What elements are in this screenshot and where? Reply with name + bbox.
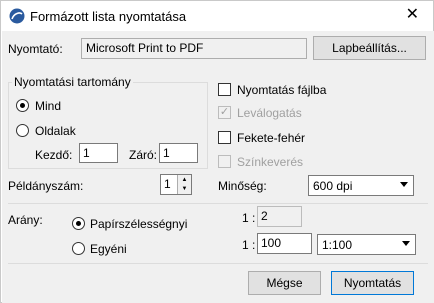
divider: [8, 203, 428, 204]
scale-label: Arány:: [8, 213, 43, 227]
fit-width-label: Papírszélességnyi: [90, 217, 188, 231]
title-bar: Formázott lista nyomtatása ✕: [1, 1, 433, 31]
custom-scale-radio[interactable]: [72, 242, 85, 255]
fit-ratio-field: 2: [257, 206, 302, 227]
copies-label: Példányszám:: [8, 179, 84, 193]
to-page-label: Záró:: [129, 148, 158, 162]
copies-input[interactable]: 1 ▲ ▼: [160, 174, 192, 195]
custom-scale-label: Egyéni: [90, 242, 127, 256]
chevron-down-icon: [400, 182, 408, 187]
black-white-checkbox[interactable]: [218, 131, 231, 144]
spin-down-icon[interactable]: ▼: [178, 184, 191, 194]
quality-select[interactable]: 600 dpi: [308, 175, 414, 196]
color-separation-checkbox[interactable]: [218, 155, 231, 168]
page-range-label: Oldalak: [35, 124, 76, 138]
page-setup-button[interactable]: Lapbeállítás...: [313, 36, 426, 60]
to-page-input[interactable]: 1: [159, 143, 198, 163]
from-page-label: Kezdő:: [35, 148, 73, 162]
quality-value: 600 dpi: [313, 179, 353, 193]
all-pages-radio[interactable]: [16, 99, 29, 112]
close-icon[interactable]: ✕: [406, 6, 419, 24]
all-pages-label: Mind: [35, 99, 62, 113]
fit-width-radio[interactable]: [72, 217, 85, 230]
print-to-file-label: Nyomtatás fájlba: [237, 83, 327, 97]
dialog-body: Nyomtató: Microsoft Print to PDF Lapbeál…: [2, 31, 434, 303]
scale-preset-select[interactable]: 1:100: [317, 234, 416, 255]
collate-label: Leválogatás: [237, 106, 302, 120]
quality-label: Minőség:: [218, 179, 267, 193]
color-separation-label: Színkeverés: [237, 155, 304, 169]
window-title: Formázott lista nyomtatása: [30, 9, 187, 24]
print-to-file-checkbox[interactable]: [218, 83, 231, 96]
printer-name-field: Microsoft Print to PDF: [81, 38, 307, 59]
printer-label: Nyomtató:: [8, 42, 63, 56]
black-white-label: Fekete-fehér: [237, 131, 306, 145]
from-page-input[interactable]: 1: [79, 143, 118, 163]
copies-spinner[interactable]: ▲ ▼: [177, 175, 191, 194]
fit-ratio-prefix: 1 :: [242, 211, 256, 225]
custom-ratio-input[interactable]: 100: [257, 233, 312, 254]
cancel-button[interactable]: Mégse: [248, 271, 321, 295]
page-range-radio[interactable]: [16, 124, 29, 137]
print-button[interactable]: Nyomtatás: [331, 271, 414, 295]
scale-preset-value: 1:100: [322, 238, 353, 252]
app-logo-icon: [9, 8, 25, 24]
print-range-legend: Nyomtatási tartomány: [12, 75, 133, 89]
divider: [8, 263, 428, 264]
copies-value: 1: [164, 177, 171, 191]
custom-ratio-prefix: 1 :: [242, 238, 256, 252]
collate-checkbox[interactable]: ✓: [218, 106, 231, 119]
chevron-down-icon: [402, 241, 410, 246]
print-dialog-window: Formázott lista nyomtatása ✕ Nyomtató: M…: [0, 0, 434, 303]
